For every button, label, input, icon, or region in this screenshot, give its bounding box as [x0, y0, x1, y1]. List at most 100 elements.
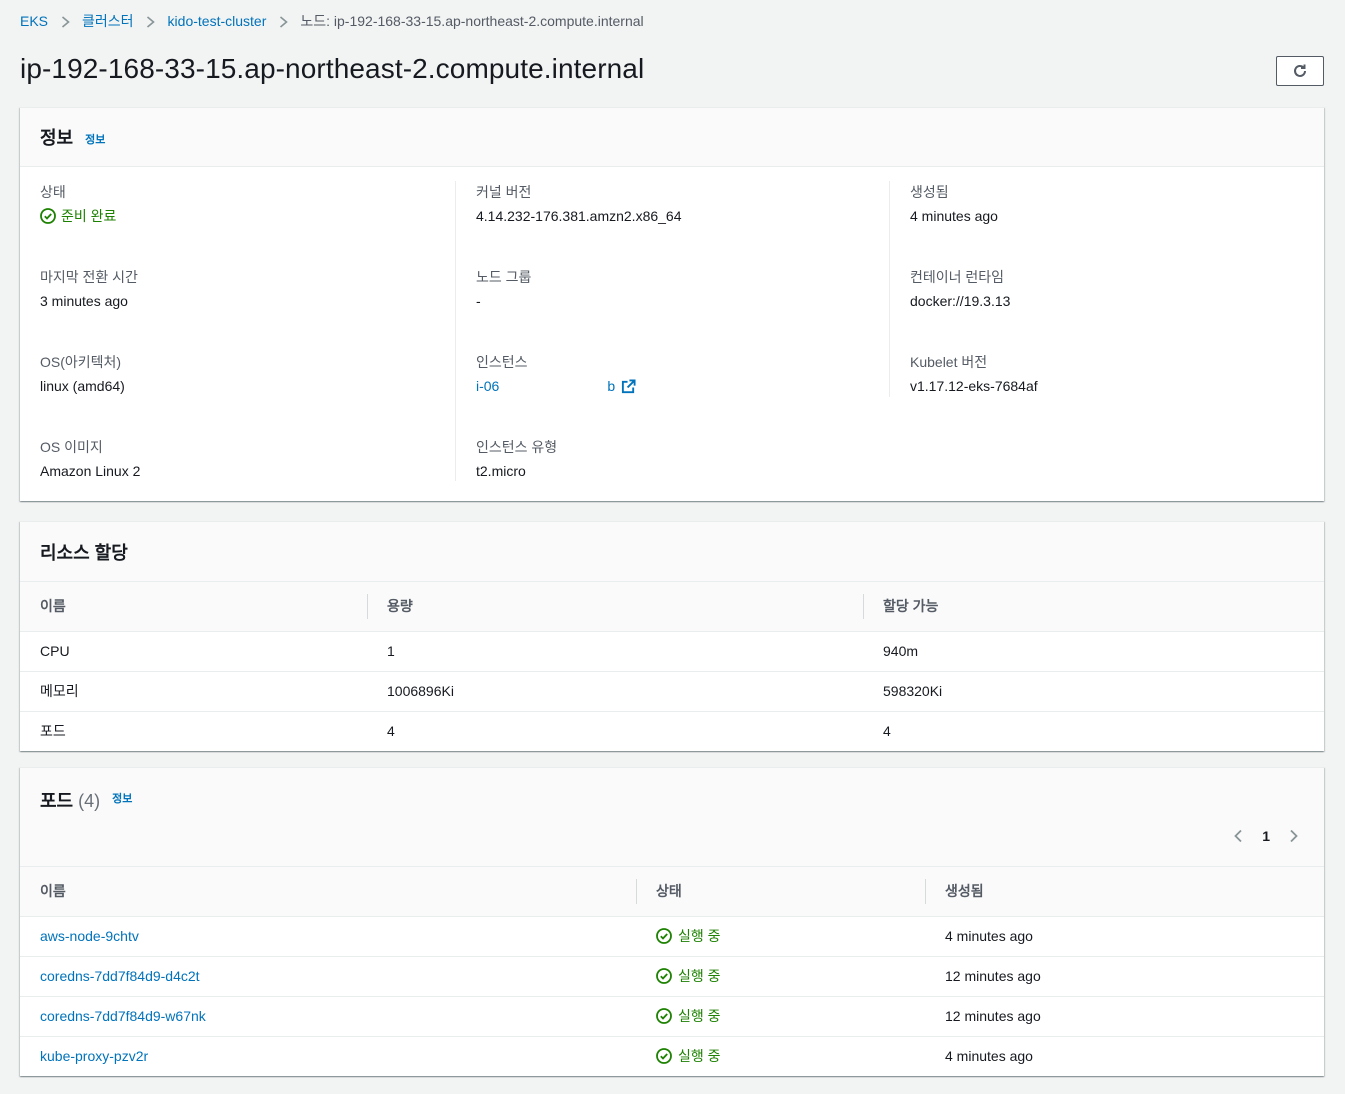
column-header-name: 이름: [20, 582, 367, 632]
column-header-capacity: 용량: [367, 582, 863, 632]
node-group-value: -: [476, 293, 481, 309]
table-header-row: 이름 상태 생성됨: [20, 867, 1324, 917]
runtime-value: docker://19.3.13: [910, 293, 1011, 309]
instance-label: 인스턴스: [476, 354, 528, 370]
pod-link[interactable]: aws-node-9chtv: [40, 928, 139, 944]
table-header-row: 이름 용량 할당 가능: [20, 582, 1324, 632]
pagination: 1: [1228, 826, 1304, 846]
instance-id-end: b: [607, 378, 616, 394]
pods-panel-header: 포드 (4) 정보 1: [20, 768, 1324, 867]
resource-name: 메모리: [20, 671, 367, 712]
pod-created: 12 minutes ago: [925, 956, 1324, 997]
pod-link[interactable]: coredns-7dd7f84d9-d4c2t: [40, 968, 200, 984]
info-column-3: 생성됨 4 minutes ago 컨테이너 런타임 docker://19.3…: [889, 181, 1323, 397]
pod-created: 12 minutes ago: [925, 996, 1324, 1037]
status-value: 준비 완료: [40, 203, 116, 229]
chevron-right-icon: [274, 14, 292, 29]
last-transition-label: 마지막 전환 시간: [40, 269, 138, 285]
check-circle-icon: [656, 1048, 672, 1065]
resources-panel-title: 리소스 할당: [40, 542, 128, 563]
kubelet-value: v1.17.12-eks-7684af: [910, 378, 1038, 394]
os-label: OS(아키텍처): [40, 354, 122, 370]
pod-status: 실행 중: [656, 926, 905, 946]
instance-id-start: i-06: [476, 378, 500, 394]
chevron-right-icon[interactable]: [1284, 826, 1304, 846]
instance-link[interactable]: i-06 b: [476, 373, 636, 399]
resource-name: CPU: [20, 631, 367, 672]
resources-panel-header: 리소스 할당: [20, 522, 1324, 582]
table-row: 메모리 1006896Ki 598320Ki: [20, 671, 1324, 712]
breadcrumb-cluster[interactable]: kido-test-cluster: [168, 13, 267, 29]
kernel-label: 커널 버전: [476, 184, 532, 200]
table-row: coredns-7dd7f84d9-w67nk 실행 중 12 minutes …: [20, 996, 1324, 1037]
pod-created: 4 minutes ago: [925, 916, 1324, 957]
column-header-allocatable: 할당 가능: [863, 582, 1324, 632]
pod-status: 실행 중: [656, 966, 905, 986]
pods-panel-title: 포드 (4): [40, 791, 101, 811]
resource-allocatable: 940m: [863, 631, 1324, 672]
pods-panel: 포드 (4) 정보 1 이름 상태 생성됨 aws-node-9chtv 실행 …: [20, 767, 1324, 1076]
kernel-value: 4.14.232-176.381.amzn2.x86_64: [476, 208, 682, 224]
status-label: 상태: [40, 184, 66, 200]
resource-capacity: 1: [367, 631, 863, 672]
chevron-right-icon: [142, 14, 160, 29]
check-circle-icon: [656, 1008, 672, 1024]
external-link-icon: [622, 378, 636, 393]
chevron-right-icon: [56, 14, 74, 29]
page-title: ip-192-168-33-15.ap-northeast-2.compute.…: [20, 53, 645, 84]
chevron-left-icon[interactable]: [1228, 826, 1248, 846]
resource-capacity: 1006896Ki: [367, 671, 863, 712]
info-column-1: 상태 준비 완료 마지막 전환 시간 3 minutes ago OS(아키텍처…: [40, 181, 474, 501]
pod-status: 실행 중: [656, 1006, 905, 1026]
column-header-name: 이름: [20, 867, 636, 917]
page-number[interactable]: 1: [1262, 828, 1270, 844]
pod-link[interactable]: kube-proxy-pzv2r: [40, 1048, 148, 1064]
info-panel-title: 정보: [40, 128, 74, 148]
instance-type-value: t2.micro: [476, 463, 526, 479]
column-header-status: 상태: [636, 867, 925, 917]
resources-panel: 리소스 할당 이름 용량 할당 가능 CPU 1 940m 메모리 100689…: [20, 521, 1324, 751]
os-image-value: Amazon Linux 2: [40, 463, 141, 479]
last-transition-value: 3 minutes ago: [40, 293, 128, 309]
pods-table: 이름 상태 생성됨 aws-node-9chtv 실행 중 4 minutes …: [20, 867, 1324, 1076]
pod-created: 4 minutes ago: [945, 1048, 1033, 1065]
instance-type-label: 인스턴스 유형: [476, 439, 558, 455]
pod-link[interactable]: coredns-7dd7f84d9-w67nk: [40, 1008, 206, 1024]
info-column-2: 커널 버전 4.14.232-176.381.amzn2.x86_64 노드 그…: [455, 181, 889, 481]
created-label: 생성됨: [910, 184, 949, 200]
info-panel: 정보 정보 상태 준비 완료 마지막 전환 시간 3 minutes ago O…: [20, 107, 1324, 501]
table-row: 포드 4 4: [20, 711, 1324, 751]
check-circle-icon: [656, 968, 672, 984]
resource-name: 포드: [40, 723, 66, 740]
resource-allocatable: 598320Ki: [863, 671, 1324, 712]
resource-capacity: 4: [387, 723, 395, 740]
status-text: 준비 완료: [61, 208, 117, 224]
node-group-label: 노드 그룹: [476, 269, 532, 285]
pods-info-link[interactable]: 정보: [112, 790, 132, 806]
resource-allocatable: 4: [883, 723, 891, 740]
check-circle-icon: [656, 928, 672, 944]
kubelet-label: Kubelet 버전: [910, 354, 988, 370]
column-header-created: 생성됨: [925, 867, 1324, 917]
table-row: kube-proxy-pzv2r 실행 중 4 minutes ago: [20, 1036, 1324, 1076]
refresh-icon: [1294, 64, 1306, 77]
check-circle-icon: [40, 208, 56, 224]
resources-table: 이름 용량 할당 가능 CPU 1 940m 메모리 1006896Ki 598…: [20, 582, 1324, 751]
os-value: linux (amd64): [40, 378, 125, 394]
table-row: aws-node-9chtv 실행 중 4 minutes ago: [20, 916, 1324, 957]
info-grid: 상태 준비 완료 마지막 전환 시간 3 minutes ago OS(아키텍처…: [20, 167, 1324, 501]
breadcrumb: EKS 클러스터 kido-test-cluster 노드: ip-192-16…: [20, 12, 644, 30]
breadcrumb-eks[interactable]: EKS: [20, 13, 48, 29]
os-image-label: OS 이미지: [40, 439, 103, 455]
pod-status: 실행 중: [656, 1046, 905, 1066]
table-row: coredns-7dd7f84d9-d4c2t 실행 중 12 minutes …: [20, 956, 1324, 997]
breadcrumb-current: 노드: ip-192-168-33-15.ap-northeast-2.comp…: [300, 13, 644, 29]
info-link[interactable]: 정보: [85, 131, 105, 147]
created-value: 4 minutes ago: [910, 208, 998, 224]
breadcrumb-clusters[interactable]: 클러스터: [82, 11, 134, 31]
info-panel-header: 정보 정보: [20, 108, 1324, 167]
runtime-label: 컨테이너 런타임: [910, 269, 1005, 285]
table-row: CPU 1 940m: [20, 631, 1324, 672]
refresh-button[interactable]: [1276, 56, 1324, 86]
pods-count: (4): [78, 791, 101, 811]
